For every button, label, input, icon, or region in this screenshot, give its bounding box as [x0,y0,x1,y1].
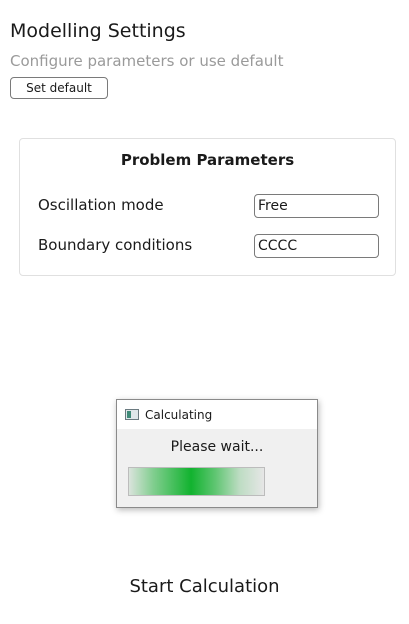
page-title: Modelling Settings [10,20,186,42]
start-calculation-button[interactable]: Start Calculation [0,576,409,597]
dialog-title: Calculating [145,407,213,422]
problem-parameters-panel: Problem Parameters Oscillation mode Boun… [19,138,396,276]
boundary-conditions-label: Boundary conditions [38,236,193,254]
progress-indicator [129,468,264,495]
oscillation-mode-label: Oscillation mode [38,196,164,214]
calculating-dialog: Calculating Please wait... [116,399,318,508]
panel-title: Problem Parameters [120,151,295,169]
progress-bar [128,467,265,496]
dialog-message: Please wait... [170,439,264,455]
page-subtitle: Configure parameters or use default [10,52,284,70]
oscillation-mode-input[interactable] [254,194,379,218]
boundary-conditions-input[interactable] [254,234,379,258]
dialog-titlebar[interactable]: Calculating [117,400,317,429]
set-default-button[interactable]: Set default [10,77,108,99]
window-icon [125,409,139,420]
